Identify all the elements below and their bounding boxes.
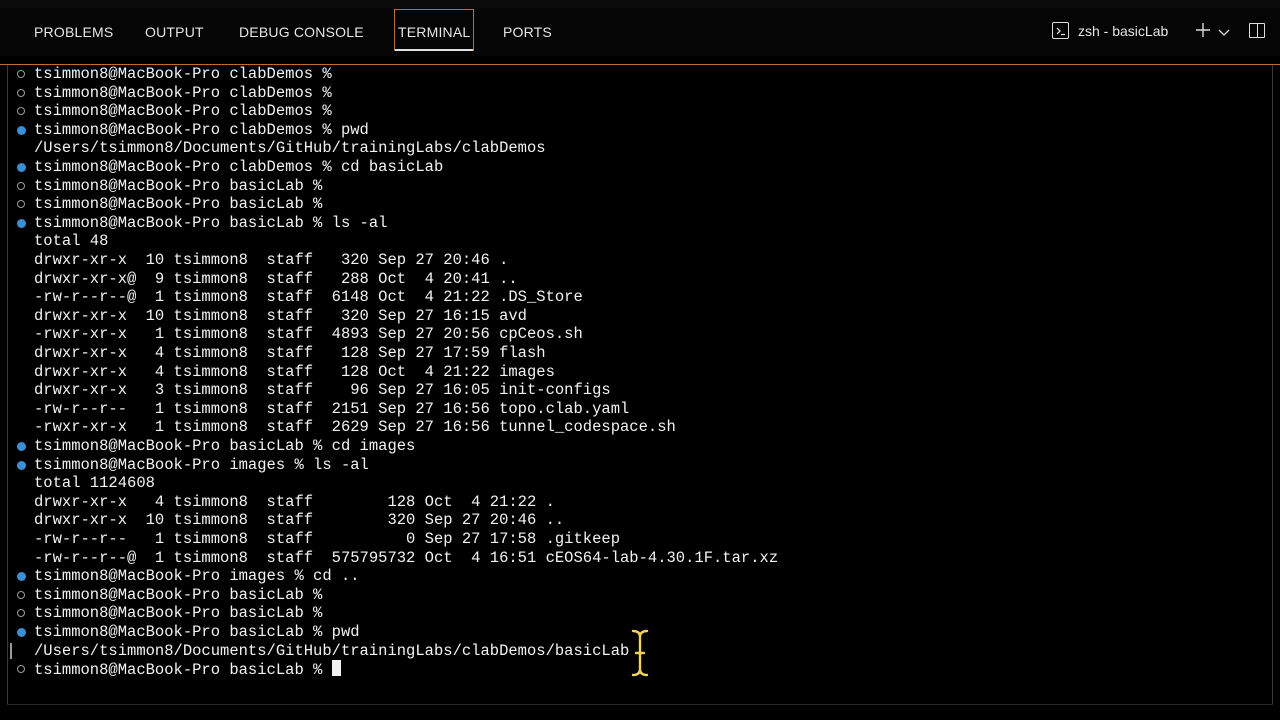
terminal-line: /Users/tsimmon8/Documents/GitHub/trainin…	[34, 139, 546, 158]
command-run-marker[interactable]	[17, 572, 26, 582]
terminal-line: tsimmon8@MacBook-Pro clabDemos %	[34, 65, 332, 83]
tab-ports[interactable]: PORTS	[503, 18, 552, 46]
terminal-line: drwxr-xr-x 4 tsimmon8 staff 128 Oct 4 21…	[34, 492, 555, 511]
command-run-marker[interactable]	[17, 628, 26, 637]
terminal-line: -rw-r--r--@ 1 tsimmon8 staff 575795732 O…	[34, 548, 779, 567]
terminal-line: drwxr-xr-x 3 tsimmon8 staff 96 Sep 27 16…	[34, 381, 611, 400]
terminal-line: tsimmon8@MacBook-Pro clabDemos %	[34, 83, 332, 102]
terminal-line: -rw-r--r-- 1 tsimmon8 staff 0 Sep 27 17:…	[34, 530, 620, 548]
terminal-line: tsimmon8@MacBook-Pro clabDemos % cd basi…	[34, 158, 444, 176]
terminal-line: tsimmon8@MacBook-Pro basicLab %	[34, 660, 341, 679]
terminal-line: -rw-r--r--@ 1 tsimmon8 staff 6148 Oct 4 …	[34, 288, 583, 307]
terminal-line: drwxr-xr-x 10 tsimmon8 staff 320 Sep 27 …	[34, 251, 509, 269]
terminal-line: tsimmon8@MacBook-Pro basicLab %	[34, 176, 323, 195]
chevron-down-icon[interactable]	[1218, 25, 1230, 36]
split-terminal-icon[interactable]	[1249, 23, 1265, 38]
terminal-line: tsimmon8@MacBook-Pro clabDemos % pwd	[34, 120, 369, 139]
terminal-line: drwxr-xr-x 10 tsimmon8 staff 320 Sep 27 …	[34, 511, 565, 530]
terminal-line: tsimmon8@MacBook-Pro basicLab % cd image…	[34, 437, 416, 455]
terminal-line: tsimmon8@MacBook-Pro basicLab %	[34, 195, 323, 214]
scroll-indicator	[10, 643, 12, 659]
tab-debug-console[interactable]: DEBUG CONSOLE	[239, 18, 364, 46]
command-idle-marker[interactable]	[17, 88, 25, 97]
command-run-marker[interactable]	[17, 125, 26, 135]
terminal-line: total 48	[34, 232, 109, 251]
terminal-line: tsimmon8@MacBook-Pro images % cd ..	[34, 567, 360, 586]
terminal-line: -rwxr-xr-x 1 tsimmon8 staff 2629 Sep 27 …	[34, 418, 676, 437]
tab-output[interactable]: OUTPUT	[145, 18, 204, 46]
command-run-marker[interactable]	[17, 460, 26, 470]
terminal-line: -rwxr-xr-x 1 tsimmon8 staff 4893 Sep 27 …	[34, 325, 583, 344]
command-idle-marker[interactable]	[17, 665, 25, 674]
command-run-marker[interactable]	[17, 442, 26, 451]
terminal-line: tsimmon8@MacBook-Pro basicLab % pwd	[34, 623, 360, 641]
terminal-panel: PROBLEMS OUTPUT DEBUG CONSOLE TERMINAL P…	[0, 0, 1280, 720]
terminal-line: tsimmon8@MacBook-Pro basicLab % ls -al	[34, 213, 388, 232]
command-run-marker[interactable]	[17, 163, 26, 172]
command-idle-marker[interactable]	[17, 70, 25, 78]
terminal-line: tsimmon8@MacBook-Pro images % ls -al	[34, 455, 369, 474]
terminal-instance-label[interactable]: zsh - basicLab	[1078, 22, 1168, 40]
terminal-caret	[331, 660, 341, 677]
terminal-line: drwxr-xr-x@ 9 tsimmon8 staff 288 Oct 4 2…	[34, 269, 518, 288]
terminal-line: drwxr-xr-x 4 tsimmon8 staff 128 Sep 27 1…	[34, 344, 546, 362]
plus-icon[interactable]	[1195, 22, 1211, 38]
terminal-icon[interactable]	[1052, 22, 1069, 39]
command-run-marker[interactable]	[17, 218, 26, 228]
text-cursor-icon	[630, 628, 650, 678]
command-idle-marker[interactable]	[17, 107, 25, 116]
tab-terminal[interactable]: TERMINAL	[394, 9, 475, 51]
panel-top-strip	[0, 0, 1280, 8]
terminal-line: tsimmon8@MacBook-Pro basicLab %	[34, 585, 323, 604]
terminal-line: tsimmon8@MacBook-Pro clabDemos %	[34, 102, 332, 121]
terminal-line: tsimmon8@MacBook-Pro basicLab %	[34, 604, 323, 623]
command-idle-marker[interactable]	[17, 609, 25, 618]
terminal-line: -rw-r--r-- 1 tsimmon8 staff 2151 Sep 27 …	[34, 399, 630, 418]
terminal-line: drwxr-xr-x 10 tsimmon8 staff 320 Sep 27 …	[34, 306, 527, 325]
terminal-output[interactable]: tsimmon8@MacBook-Pro clabDemos % tsimmon8…	[0, 65, 1280, 705]
command-idle-marker[interactable]	[17, 590, 25, 599]
command-idle-marker[interactable]	[17, 200, 25, 209]
tab-problems[interactable]: PROBLEMS	[34, 18, 113, 46]
command-idle-marker[interactable]	[17, 181, 25, 190]
terminal-line: /Users/tsimmon8/Documents/GitHub/trainin…	[34, 641, 630, 660]
terminal-line: total 1124608	[34, 474, 155, 493]
terminal-line: drwxr-xr-x 4 tsimmon8 staff 128 Oct 4 21…	[34, 362, 555, 381]
